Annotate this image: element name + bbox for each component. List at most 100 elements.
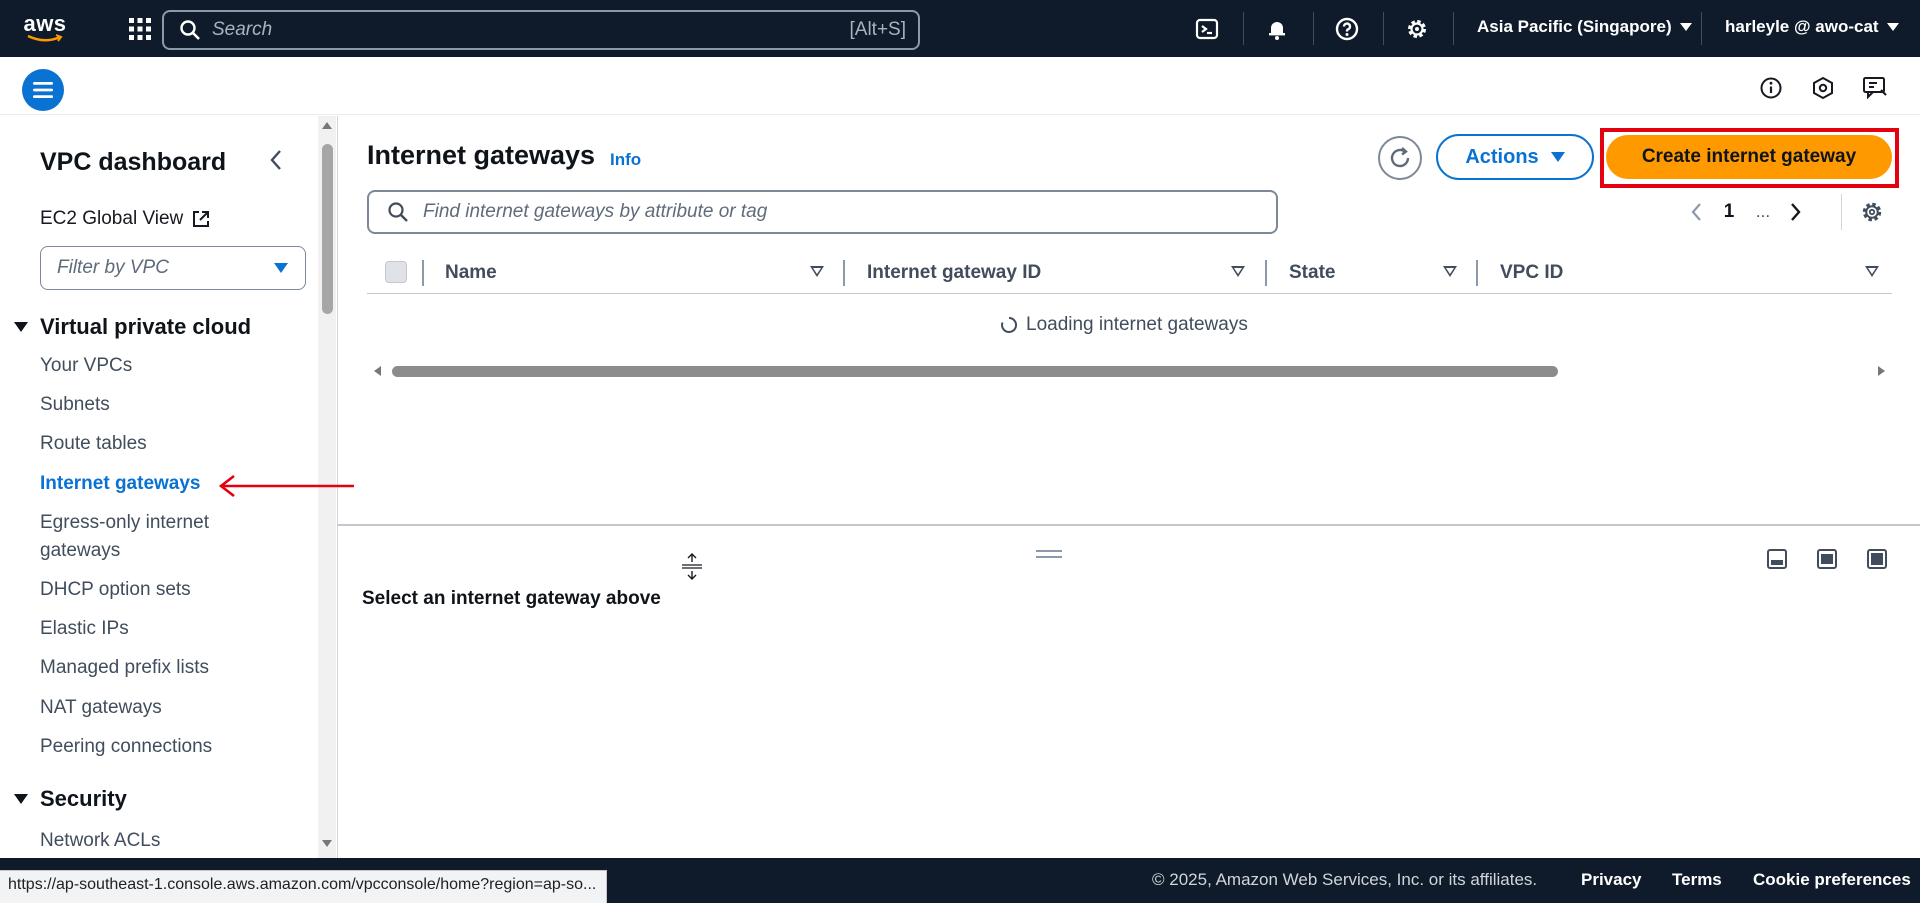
sidebar-item-subnets[interactable]: Subnets: [40, 391, 280, 419]
sidebar-item-peering-connections[interactable]: Peering connections: [40, 733, 280, 761]
refresh-button[interactable]: [1378, 136, 1422, 180]
caret-down-icon: [274, 263, 288, 273]
scrollbar-thumb[interactable]: [322, 144, 333, 314]
column-divider: [422, 260, 424, 286]
column-header-name[interactable]: Name: [445, 262, 497, 284]
sidebar-item-route-tables[interactable]: Route tables: [40, 430, 280, 458]
nav-separator: [1383, 12, 1384, 45]
table-header: Name Internet gateway ID State VPC ID: [367, 252, 1892, 294]
filter-placeholder: Filter by VPC: [57, 257, 169, 278]
scroll-up-arrow-icon[interactable]: [322, 122, 332, 129]
scroll-left-arrow-icon[interactable]: [374, 366, 381, 376]
spinner-icon: [1001, 316, 1018, 333]
sidebar-item-dhcp-option-sets[interactable]: DHCP option sets: [40, 576, 280, 604]
split-panel-drag-handle[interactable]: [1036, 550, 1062, 560]
pagination-separator: [1841, 194, 1842, 230]
account-label: harleyle @ awo-cat: [1725, 17, 1879, 36]
aws-logo[interactable]: aws: [12, 0, 78, 57]
select-all-checkbox[interactable]: [385, 261, 407, 283]
caret-down-icon: [14, 322, 28, 332]
panel-position-full-icon[interactable]: [1866, 548, 1888, 570]
actions-dropdown-button[interactable]: Actions: [1436, 134, 1594, 180]
annotation-arrow-icon: [218, 474, 354, 498]
scrollbar-thumb[interactable]: [392, 366, 1558, 377]
help-icon[interactable]: [1330, 12, 1364, 46]
panel-position-side-icon[interactable]: [1816, 548, 1838, 570]
sidebar-section-virtual-private-cloud[interactable]: Virtual private cloud: [14, 314, 251, 340]
scroll-down-arrow-icon[interactable]: [322, 840, 332, 847]
column-divider[interactable]: [843, 260, 845, 286]
sidebar-section-security[interactable]: Security: [14, 786, 127, 812]
shield-icon[interactable]: [1808, 73, 1838, 103]
loading-text: Loading internet gateways: [1026, 314, 1248, 335]
sort-caret-icon[interactable]: [1865, 266, 1879, 277]
column-header-internet-gateway-id[interactable]: Internet gateway ID: [867, 262, 1041, 284]
info-link[interactable]: Info: [610, 150, 641, 170]
refresh-icon: [1390, 147, 1410, 168]
panel-position-bottom-icon[interactable]: [1766, 548, 1788, 570]
create-internet-gateway-button[interactable]: Create internet gateway: [1606, 135, 1892, 179]
hamburger-icon: [33, 82, 53, 98]
sidebar-item-network-acls[interactable]: Network ACLs: [40, 827, 280, 855]
page-title: Internet gateways: [367, 140, 596, 170]
feedback-icon[interactable]: [1860, 73, 1890, 103]
sidebar-item-ec2-global-view[interactable]: EC2 Global View: [40, 208, 211, 230]
column-divider[interactable]: [1476, 260, 1478, 286]
actions-label: Actions: [1465, 145, 1539, 168]
section-label: Security: [40, 786, 127, 811]
aws-logo-text: aws: [23, 10, 67, 36]
sidebar-item-nat-gateways[interactable]: NAT gateways: [40, 694, 280, 722]
menu-toggle-button[interactable]: [22, 69, 64, 111]
resize-handle-icon[interactable]: [680, 552, 704, 582]
page-number-button[interactable]: 1: [1712, 201, 1746, 223]
region-selector[interactable]: Asia Pacific (Singapore): [1477, 17, 1692, 37]
table-filter-input[interactable]: Find internet gateways by attribute or t…: [367, 190, 1278, 234]
scroll-right-arrow-icon[interactable]: [1878, 366, 1885, 376]
aws-smile-icon: [27, 33, 63, 42]
search-icon: [180, 20, 200, 40]
sidebar-item-egress-only-internet-gateways[interactable]: Egress-only internet gateways: [40, 509, 280, 565]
split-panel: Select an internet gateway above: [338, 524, 1920, 858]
search-shortcut: [Alt+S]: [849, 19, 907, 40]
sidebar-item-elastic-ips[interactable]: Elastic IPs: [40, 615, 280, 643]
account-menu[interactable]: harleyle @ awo-cat: [1725, 17, 1899, 37]
sort-caret-icon[interactable]: [1231, 266, 1245, 277]
info-panel-icon[interactable]: [1756, 73, 1786, 103]
copyright-text: © 2025, Amazon Web Services, Inc. or its…: [1152, 870, 1538, 889]
column-header-state[interactable]: State: [1289, 262, 1335, 284]
search-placeholder: Search: [212, 19, 273, 40]
bell-icon[interactable]: [1260, 12, 1294, 46]
nav-separator: [1453, 12, 1454, 45]
caret-down-icon: [1550, 152, 1565, 162]
sort-caret-icon[interactable]: [810, 266, 824, 277]
caret-down-icon: [1886, 23, 1899, 31]
chevron-left-icon: [270, 150, 281, 170]
previous-page-button[interactable]: [1680, 198, 1712, 226]
column-header-vpc-id[interactable]: VPC ID: [1500, 262, 1563, 284]
services-grid-icon[interactable]: [120, 9, 160, 49]
sidebar-item-your-vpcs[interactable]: Your VPCs: [40, 352, 280, 380]
secondary-toolbar: [0, 57, 1920, 115]
loading-indicator: Loading internet gateways: [1000, 314, 1248, 336]
sidebar-title[interactable]: VPC dashboard: [40, 148, 226, 177]
table-filter-placeholder: Find internet gateways by attribute or t…: [423, 201, 768, 222]
privacy-link[interactable]: Privacy: [1581, 870, 1642, 890]
column-divider[interactable]: [1265, 260, 1267, 286]
table-horizontal-scrollbar[interactable]: [372, 362, 1885, 382]
sidebar-collapse-button[interactable]: [262, 146, 290, 174]
top-navigation: aws Search [Alt+S] Asia Pacific (Singapo…: [0, 0, 1920, 57]
cookie-preferences-link[interactable]: Cookie preferences: [1753, 870, 1911, 890]
search-icon: [388, 202, 408, 222]
table-preferences-button[interactable]: [1858, 198, 1886, 226]
sidebar-item-managed-prefix-lists[interactable]: Managed prefix lists: [40, 654, 280, 682]
filter-by-vpc-select[interactable]: Filter by VPC: [40, 246, 306, 290]
gear-icon: [1862, 202, 1882, 222]
global-search-input[interactable]: Search [Alt+S]: [162, 10, 920, 50]
next-page-button[interactable]: [1780, 198, 1812, 226]
cloudshell-icon[interactable]: [1190, 12, 1224, 46]
gear-icon[interactable]: [1400, 12, 1434, 46]
nav-separator: [1701, 12, 1702, 45]
sort-caret-icon[interactable]: [1443, 266, 1457, 277]
terms-link[interactable]: Terms: [1672, 870, 1722, 890]
caret-down-icon: [1679, 23, 1692, 31]
